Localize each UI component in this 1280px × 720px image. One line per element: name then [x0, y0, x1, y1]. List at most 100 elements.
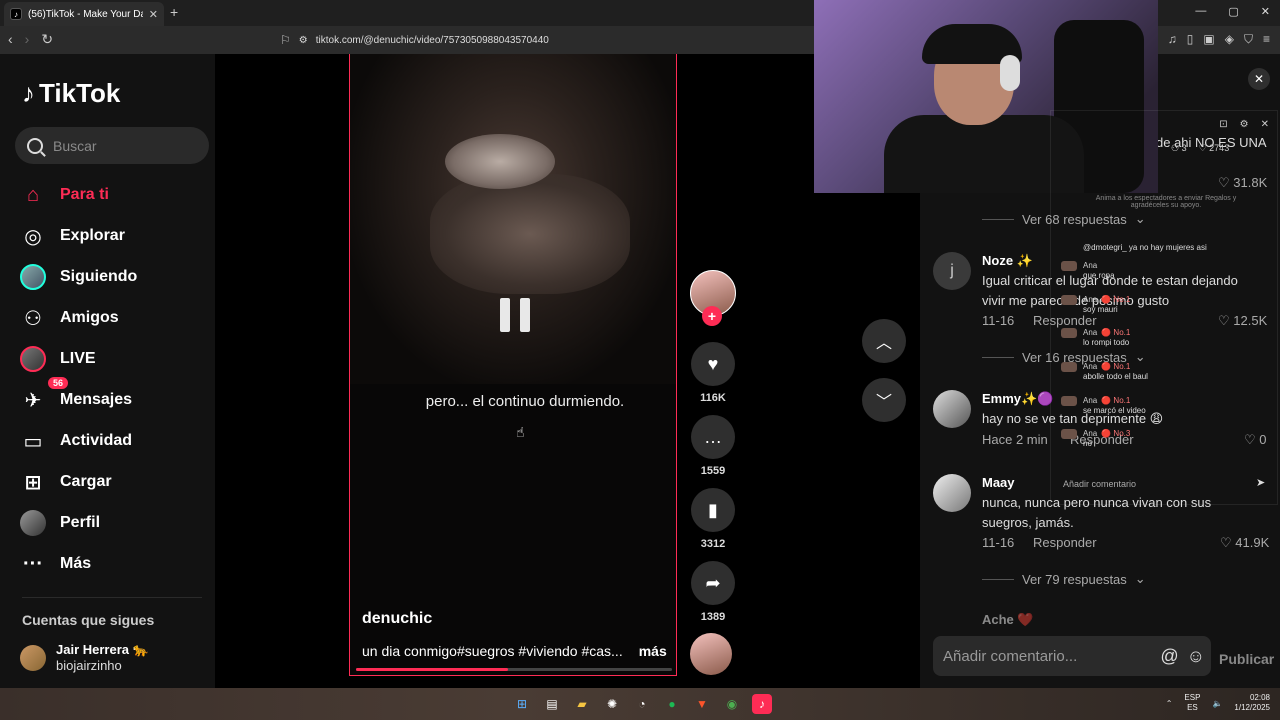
spotify-icon[interactable]: ● — [662, 694, 682, 714]
previous-video-button[interactable]: ︿ — [862, 319, 906, 363]
chrome-icon[interactable]: ◉ — [722, 694, 742, 714]
follow-plus-icon[interactable]: + — [702, 306, 722, 326]
close-icon[interactable]: ✕ — [1261, 119, 1269, 130]
chat-message: Ana que ropa — [1061, 261, 1115, 280]
emoji-icon[interactable]: ☺ — [1187, 646, 1205, 667]
task-view-icon[interactable]: ▤ — [542, 694, 562, 714]
comment-button[interactable]: … 1559 — [690, 415, 736, 477]
clock[interactable]: 02:08 1/12/2025 — [1234, 693, 1270, 713]
sidebar-item-mensajes[interactable]: ✈ 56 Mensajes — [20, 377, 132, 413]
new-tab-button[interactable]: + — [170, 4, 178, 20]
compass-icon: ◎ — [24, 225, 42, 248]
minimize-button[interactable]: — — [1195, 5, 1206, 18]
lock-icon[interactable]: ⊡ — [1219, 119, 1227, 130]
following-username: biojairzinho — [56, 658, 122, 673]
reply-button[interactable]: Responder — [1033, 535, 1097, 550]
chat-stats: ⚇ 3 ♡ 2743 — [1171, 143, 1229, 154]
sidebar-item-perfil[interactable]: Perfil — [20, 510, 100, 536]
close-window-button[interactable]: ✕ — [1261, 5, 1270, 18]
next-video-button[interactable]: ﹀ — [862, 378, 906, 422]
video-bed — [430, 174, 630, 294]
viewers-count: ⚇ 3 — [1171, 143, 1187, 153]
view-replies-button[interactable]: Ver 79 respuestas ⌄ — [982, 571, 1146, 587]
bookmark-icon[interactable]: ⚐ — [280, 33, 291, 47]
wallet-icon[interactable]: ▣ — [1203, 32, 1214, 47]
sidebar-item-siguiendo[interactable]: Siguiendo — [20, 264, 137, 290]
volume-icon[interactable]: 🔈 — [1212, 699, 1222, 708]
url-field[interactable]: ⚐ ⚙ tiktok.com/@denuchic/video/757305098… — [280, 30, 810, 50]
comment-author[interactable]: Emmy✨🟣 — [982, 391, 1053, 407]
reload-icon[interactable]: ↻ — [41, 31, 53, 48]
sidebar-item-live[interactable]: LIVE — [20, 346, 96, 372]
avatar[interactable]: j — [933, 252, 971, 290]
forward-icon[interactable]: › — [25, 31, 30, 48]
share-button[interactable]: ➦ 1389 — [690, 561, 736, 623]
settings-icon[interactable]: ⚙ — [1240, 119, 1249, 130]
sidebar-item-actividad[interactable]: ▭ Actividad — [20, 428, 132, 454]
app-icon[interactable]: ◔ — [632, 694, 652, 714]
video-progress-fill — [356, 668, 508, 671]
shield-icon[interactable]: ⛉ — [1244, 32, 1253, 47]
more-link[interactable]: más — [639, 643, 667, 659]
site-info-icon[interactable]: ⚙ — [299, 35, 308, 46]
window-controls: — ▢ ✕ — [1195, 5, 1270, 18]
music-icon[interactable]: ♫ — [1168, 32, 1177, 47]
sidebar-item-amigos[interactable]: ⚇ Amigos — [20, 305, 119, 331]
brave-icon[interactable]: ▼ — [692, 694, 712, 714]
language-indicator[interactable]: ESP ES — [1184, 693, 1200, 713]
browser-tab[interactable]: ♪ (56)TikTok - Make Your Day ✕ — [4, 2, 164, 26]
profile-avatar-icon — [20, 510, 46, 536]
sidebar-icon[interactable]: ▯ — [1187, 32, 1194, 47]
live-chat-overlay: ⊡ ⚙ ✕ ⚇ 3 ♡ 2743 Anima a los espectadore… — [1050, 110, 1278, 505]
publish-button[interactable]: Publicar — [1219, 651, 1274, 667]
file-explorer-icon[interactable]: ▰ — [572, 694, 592, 714]
menu-icon[interactable]: ≡ — [1263, 32, 1270, 47]
music-avatar[interactable] — [690, 633, 732, 675]
vpn-icon[interactable]: ◈ — [1225, 32, 1234, 47]
sidebar-item-label: Siguiendo — [60, 268, 138, 285]
following-account[interactable]: Jair Herrera 🐆 biojairzinho — [20, 642, 149, 673]
chat-message: Ana 🔴 No.1 se marcó el video — [1061, 396, 1146, 415]
avatar — [20, 644, 46, 671]
comment-like-count[interactable]: ♡ 41.9K — [1220, 535, 1269, 551]
video-progress-bar[interactable] — [356, 668, 672, 671]
send-icon[interactable]: ➤ — [1256, 476, 1265, 489]
pause-icon[interactable] — [500, 298, 530, 332]
back-icon[interactable]: ‹ — [8, 31, 13, 48]
live-avatar-icon — [20, 346, 46, 372]
tab-close-icon[interactable]: ✕ — [149, 8, 158, 21]
sidebar-item-mas[interactable]: ··· Más — [20, 551, 91, 577]
sidebar-item-para-ti[interactable]: ⌂ Para ti — [20, 182, 109, 208]
sidebar-item-cargar[interactable]: ⊞ Cargar — [20, 469, 112, 495]
search-input[interactable]: Buscar — [15, 127, 209, 164]
chatgpt-icon[interactable]: ✺ — [602, 694, 622, 714]
tiktok-logo[interactable]: ♪ TikTok — [22, 78, 120, 109]
avatar[interactable] — [933, 474, 971, 512]
pointer-cursor-icon: ☝ — [516, 424, 525, 440]
sidebar-item-explorar[interactable]: ◎ Explorar — [20, 223, 125, 249]
friends-icon: ⚇ — [24, 307, 42, 330]
system-tray: ⌃ ESP ES 🔈 02:08 1/12/2025 — [1166, 693, 1270, 713]
mention-icon[interactable]: @ — [1160, 646, 1178, 667]
comment-author[interactable]: Noze ✨ — [982, 253, 1033, 269]
chat-input[interactable]: Añadir comentario — [1055, 471, 1245, 497]
close-comments-button[interactable]: ✕ — [1248, 68, 1270, 90]
like-button[interactable]: ♥ 116K — [690, 342, 736, 404]
windows-start-icon[interactable]: ⊞ — [512, 694, 532, 714]
save-button[interactable]: ▮ 3312 — [690, 488, 736, 550]
video-player[interactable]: pero... el continuo durmiendo. ☝ denuchi… — [349, 54, 677, 676]
chevron-up-icon[interactable]: ⌃ — [1166, 699, 1173, 708]
maximize-button[interactable]: ▢ — [1228, 5, 1238, 18]
comment-author-partial: Ache ❤️ — [982, 612, 1034, 627]
video-username[interactable]: denuchic — [362, 610, 432, 628]
comment-author[interactable]: Maay — [982, 475, 1015, 490]
tiktok-taskbar-icon[interactable]: ♪ — [752, 694, 772, 714]
search-placeholder: Buscar — [53, 137, 97, 154]
following-avatar-icon — [20, 264, 46, 290]
avatar[interactable] — [933, 390, 971, 428]
sidebar-item-label: Para ti — [60, 186, 109, 203]
add-comment-input[interactable]: Añadir comentario... @ ☺ — [933, 636, 1211, 676]
save-count: 3312 — [700, 538, 726, 550]
more-icon: ··· — [23, 552, 43, 575]
nav-buttons: ‹ › ↻ — [8, 31, 53, 48]
